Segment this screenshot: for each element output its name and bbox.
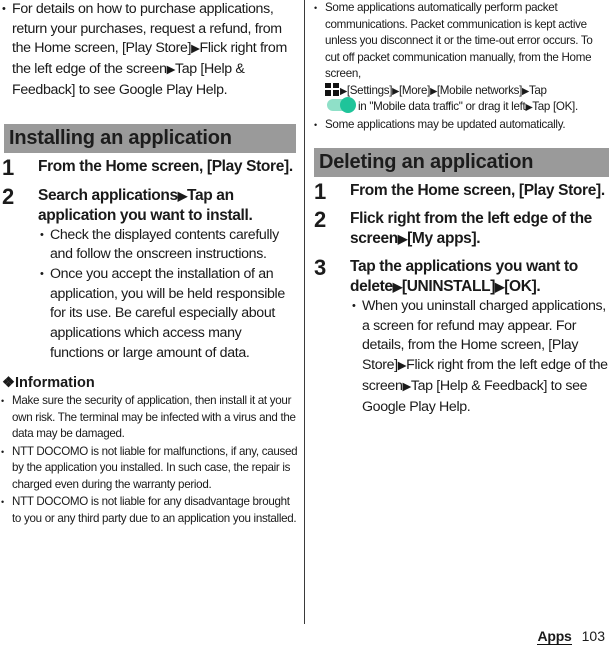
step-number: 1 bbox=[314, 179, 327, 204]
arrow-icon: ▶ bbox=[430, 85, 437, 96]
arrow-icon: ▶ bbox=[340, 85, 347, 96]
arrow-icon: ▶ bbox=[392, 85, 399, 96]
page-number: 103 bbox=[581, 628, 605, 644]
step-note: Check the displayed contents carefully a… bbox=[38, 226, 298, 265]
step-text-part: Search applications bbox=[38, 186, 178, 204]
step-text: From the Home screen, [Play Store]. bbox=[350, 182, 605, 199]
column-divider bbox=[304, 0, 305, 624]
delete-step-3: 3 Tap the applications you want to delet… bbox=[314, 257, 609, 417]
section-header-deleting: Deleting an application bbox=[314, 148, 609, 177]
intro-note: For details on how to purchase applicati… bbox=[0, 0, 298, 101]
arrow-icon: ▶ bbox=[392, 280, 403, 294]
arrow-icon: ▶ bbox=[402, 380, 411, 393]
arrow-icon: ▶ bbox=[177, 188, 188, 203]
apps-grid-icon bbox=[325, 82, 339, 96]
packet-note-last: Tap [OK]. bbox=[532, 100, 578, 113]
arrow-icon: ▶ bbox=[191, 43, 200, 56]
step-text: Flick right from the left edge of the sc… bbox=[350, 209, 609, 249]
step-number: 3 bbox=[314, 255, 327, 280]
packet-communication-note: Some applications automatically perform … bbox=[313, 0, 609, 116]
arrow-icon: ▶ bbox=[397, 232, 408, 246]
information-item: NTT DOCOMO is not liable for any disadva… bbox=[0, 494, 298, 527]
step-text-part: [UNINSTALL] bbox=[401, 278, 496, 295]
section-header-installing: Installing an application bbox=[4, 123, 296, 153]
step-note: When you uninstall charged applications,… bbox=[350, 297, 609, 417]
packet-note-toggle-text: in "Mobile data traffic" or drag it left bbox=[358, 100, 526, 113]
step-number: 2 bbox=[2, 183, 15, 209]
install-step-1: 1 From the Home screen, [Play Store]. bbox=[2, 154, 298, 180]
information-item: NTT DOCOMO is not liable for malfunction… bbox=[0, 444, 298, 494]
packet-note-text: Some applications automatically perform … bbox=[325, 1, 593, 80]
step-text: Tap the applications you want to delete▶… bbox=[350, 257, 609, 297]
arrow-icon: ▶ bbox=[522, 85, 529, 96]
arrow-icon: ▶ bbox=[397, 360, 407, 373]
information-item: Make sure the security of application, t… bbox=[0, 393, 298, 443]
auto-update-note: Some applications may be updated automat… bbox=[313, 117, 609, 134]
right-column: Some applications automatically perform … bbox=[312, 0, 609, 417]
step-number: 2 bbox=[314, 207, 327, 232]
page-footer: Apps 103 bbox=[537, 628, 605, 645]
step-text-part: [My apps]. bbox=[407, 230, 481, 247]
path-more: [More] bbox=[399, 83, 431, 97]
left-column: For details on how to purchase applicati… bbox=[0, 0, 298, 527]
delete-step-2: 2 Flick right from the left edge of the … bbox=[314, 209, 609, 249]
step-text-part: [OK]. bbox=[504, 278, 541, 295]
step-text: Search applications▶Tap an application y… bbox=[38, 186, 298, 226]
arrow-icon: ▶ bbox=[495, 280, 505, 294]
delete-step-1: 1 From the Home screen, [Play Store]. bbox=[314, 179, 609, 204]
toggle-on-icon bbox=[327, 97, 356, 113]
section-label: Apps bbox=[537, 628, 572, 645]
information-title: ❖Information bbox=[2, 375, 95, 392]
path-settings: [Settings] bbox=[346, 83, 393, 97]
path-mobile-networks: [Mobile networks] bbox=[436, 83, 522, 97]
install-step-2: 2 Search applications▶Tap an application… bbox=[2, 183, 298, 364]
step-number: 1 bbox=[2, 154, 15, 180]
arrow-icon: ▶ bbox=[166, 64, 176, 77]
step-text: From the Home screen, [Play Store]. bbox=[38, 157, 293, 175]
step-note: Once you accept the installation of an a… bbox=[38, 265, 298, 364]
path-tap: Tap bbox=[528, 83, 547, 97]
